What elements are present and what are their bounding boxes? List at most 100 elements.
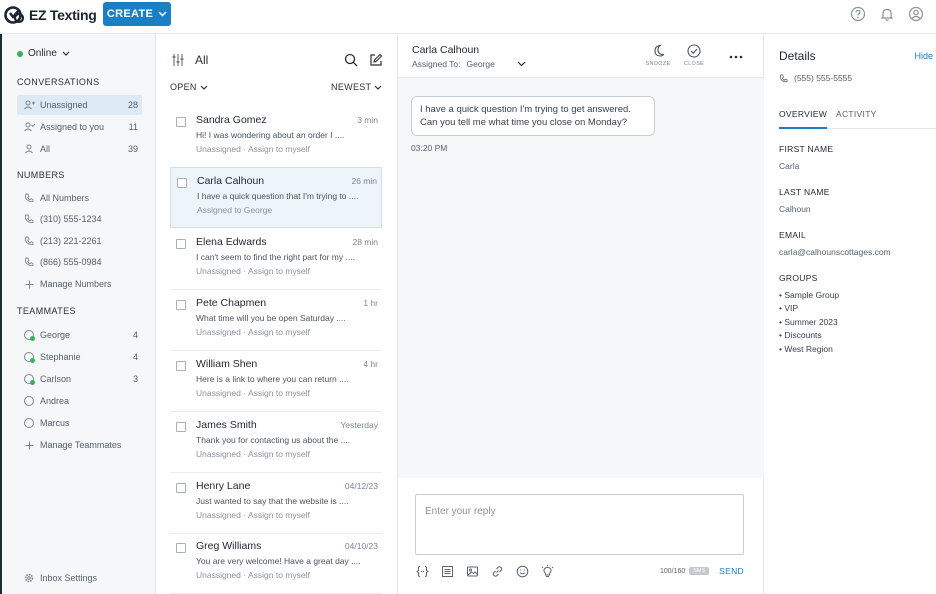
conversation-item[interactable]: James Smith Yesterday Thank you for cont…	[170, 412, 382, 473]
check-circle-icon	[687, 44, 701, 58]
sidebar-item-unassigned[interactable]: Unassigned 28	[17, 95, 142, 115]
sidebar-item-all[interactable]: All 39	[17, 139, 142, 159]
conversation-item-selected[interactable]: Carla Calhoun 26 min I have a quick ques…	[170, 167, 382, 228]
teammates-title: TEAMMATES	[17, 306, 76, 316]
select-checkbox[interactable]	[177, 178, 187, 188]
group-item: • Discounts	[779, 330, 822, 340]
message-preview: I can't seem to find the right part for …	[196, 252, 355, 262]
sidebar-item-number-2[interactable]: (213) 221-2261	[17, 231, 142, 251]
sidebar-item-manage-teammates[interactable]: Manage Teammates	[17, 435, 142, 455]
sidebar-item-manage-numbers[interactable]: Manage Numbers	[17, 274, 142, 294]
image-icon[interactable]	[465, 564, 479, 578]
merge-field-icon[interactable]	[415, 564, 429, 578]
contact-name: William Shen	[196, 358, 258, 370]
link-icon[interactable]	[490, 564, 504, 578]
select-checkbox[interactable]	[176, 300, 186, 310]
bell-icon[interactable]	[879, 6, 895, 22]
phone-icon	[23, 257, 35, 267]
message-preview: You are very welcome! Have a great day .…	[196, 556, 361, 566]
sidebar-item-label: Manage Teammates	[40, 440, 122, 450]
message-time: 04/10/23	[344, 541, 378, 551]
user-account-icon[interactable]	[908, 6, 924, 22]
chevron-down-icon	[62, 51, 70, 56]
conversation-item[interactable]: Henry Lane 04/12/23 Just wanted to say t…	[170, 473, 382, 534]
sidebar-item-teammate-stephanie[interactable]: Stephanie 4	[17, 347, 142, 367]
sidebar-item-teammate-marcus[interactable]: Marcus	[17, 413, 142, 433]
sidebar-item-number-3[interactable]: (866) 555-0984	[17, 252, 142, 272]
group-item: • Sample Group	[779, 290, 840, 300]
create-button[interactable]: CREATE	[103, 2, 171, 26]
sidebar-item-all-numbers[interactable]: All Numbers	[17, 188, 142, 208]
select-checkbox[interactable]	[176, 239, 186, 249]
count-badge: 4	[132, 352, 138, 362]
sidebar-item-label: George	[40, 330, 71, 340]
user-plus-icon	[23, 100, 35, 110]
reply-input[interactable]: Enter your reply	[415, 494, 744, 555]
sidebar-item-teammate-carlson[interactable]: Carlson 3	[17, 369, 142, 389]
assignment-status[interactable]: Unassigned · Assign to myself	[196, 327, 310, 337]
sidebar-item-label: (310) 555-1234	[40, 214, 102, 224]
assignment-status[interactable]: Unassigned · Assign to myself	[196, 144, 310, 154]
assignee-dropdown[interactable]: Assigned To: George	[412, 59, 526, 69]
message-preview: I have a quick question that I'm trying …	[197, 191, 359, 201]
count-badge: 4	[132, 330, 138, 340]
select-checkbox[interactable]	[176, 483, 186, 493]
tab-overview[interactable]: OVERVIEW	[779, 109, 828, 129]
template-icon[interactable]	[440, 564, 454, 578]
avatar-icon	[24, 374, 35, 385]
assignment-status: Assigned to George	[197, 205, 273, 215]
message-preview: Here is a link to where you can return .…	[196, 374, 349, 384]
sidebar-item-teammate-andrea[interactable]: Andrea	[17, 391, 142, 411]
inbox-settings-link[interactable]: Inbox Settings	[17, 568, 142, 588]
contact-name: Carla Calhoun	[197, 175, 265, 187]
close-conversation-button[interactable]: CLOSE	[679, 44, 709, 67]
conversation-item[interactable]: Pete Chapmen 1 hr What time will you be …	[170, 290, 382, 351]
conversation-item[interactable]: Sandra Gomez 3 min Hi! I was wondering a…	[170, 107, 382, 168]
more-options-icon[interactable]	[729, 55, 743, 59]
search-icon[interactable]	[344, 53, 358, 67]
contact-phone: (555) 555-5555	[794, 73, 853, 83]
top-bar: EZ Texting CREATE	[0, 0, 936, 34]
count-badge: 28	[127, 100, 138, 110]
conversation-list: All OPEN NEWEST Sandra Gomez 3 min Hi! I…	[156, 34, 398, 594]
app-logo[interactable]: EZ Texting	[4, 4, 97, 26]
compose-icon[interactable]	[369, 53, 383, 67]
sidebar-item-assigned-to-you[interactable]: Assigned to you 11	[17, 117, 142, 137]
close-label: CLOSE	[683, 61, 705, 67]
chat-contact-name: Carla Calhoun	[412, 44, 480, 56]
filter-sliders-icon[interactable]	[171, 53, 185, 67]
select-checkbox[interactable]	[176, 422, 186, 432]
select-checkbox[interactable]	[176, 117, 186, 127]
send-button[interactable]: SEND	[719, 566, 744, 576]
sidebar-item-teammate-george[interactable]: George 4	[17, 325, 142, 345]
conversations-title: CONVERSATIONS	[17, 77, 100, 87]
details-panel: Details Hide (555) 555-5555 OVERVIEW ACT…	[764, 34, 936, 594]
groups-label: GROUPS	[779, 273, 818, 283]
snooze-button[interactable]: SNOOZE	[643, 44, 673, 67]
chevron-down-icon	[374, 85, 382, 90]
emoji-icon[interactable]	[515, 564, 529, 578]
phone-icon	[23, 236, 35, 246]
conversation-item[interactable]: Greg Williams 04/10/23 You are very welc…	[170, 533, 382, 594]
assignment-status[interactable]: Unassigned · Assign to myself	[196, 266, 310, 276]
sidebar-item-number-1[interactable]: (310) 555-1234	[17, 209, 142, 229]
filter-open-dropdown[interactable]: OPEN	[170, 82, 208, 92]
help-icon[interactable]	[850, 6, 866, 22]
sort-newest-dropdown[interactable]: NEWEST	[331, 82, 382, 92]
logo-text: EZ Texting	[29, 7, 97, 23]
assignment-status[interactable]: Unassigned · Assign to myself	[196, 510, 310, 520]
assignment-status[interactable]: Unassigned · Assign to myself	[196, 388, 310, 398]
assignment-status[interactable]: Unassigned · Assign to myself	[196, 449, 310, 459]
conversation-item[interactable]: William Shen 4 hr Here is a link to wher…	[170, 351, 382, 412]
compose-toolbar: 100/160 SMS SEND	[415, 564, 744, 578]
avatar-icon	[24, 418, 34, 428]
conversation-item[interactable]: Elena Edwards 28 min I can't seem to fin…	[170, 229, 382, 290]
assignment-status[interactable]: Unassigned · Assign to myself	[196, 570, 310, 580]
select-checkbox[interactable]	[176, 543, 186, 553]
tab-activity[interactable]: ACTIVITY	[836, 109, 877, 129]
lightbulb-icon[interactable]	[540, 564, 554, 578]
online-status-toggle[interactable]: Online	[17, 48, 70, 59]
hide-details-button[interactable]: Hide	[914, 51, 933, 61]
contact-name: Elena Edwards	[196, 236, 267, 248]
select-checkbox[interactable]	[176, 361, 186, 371]
